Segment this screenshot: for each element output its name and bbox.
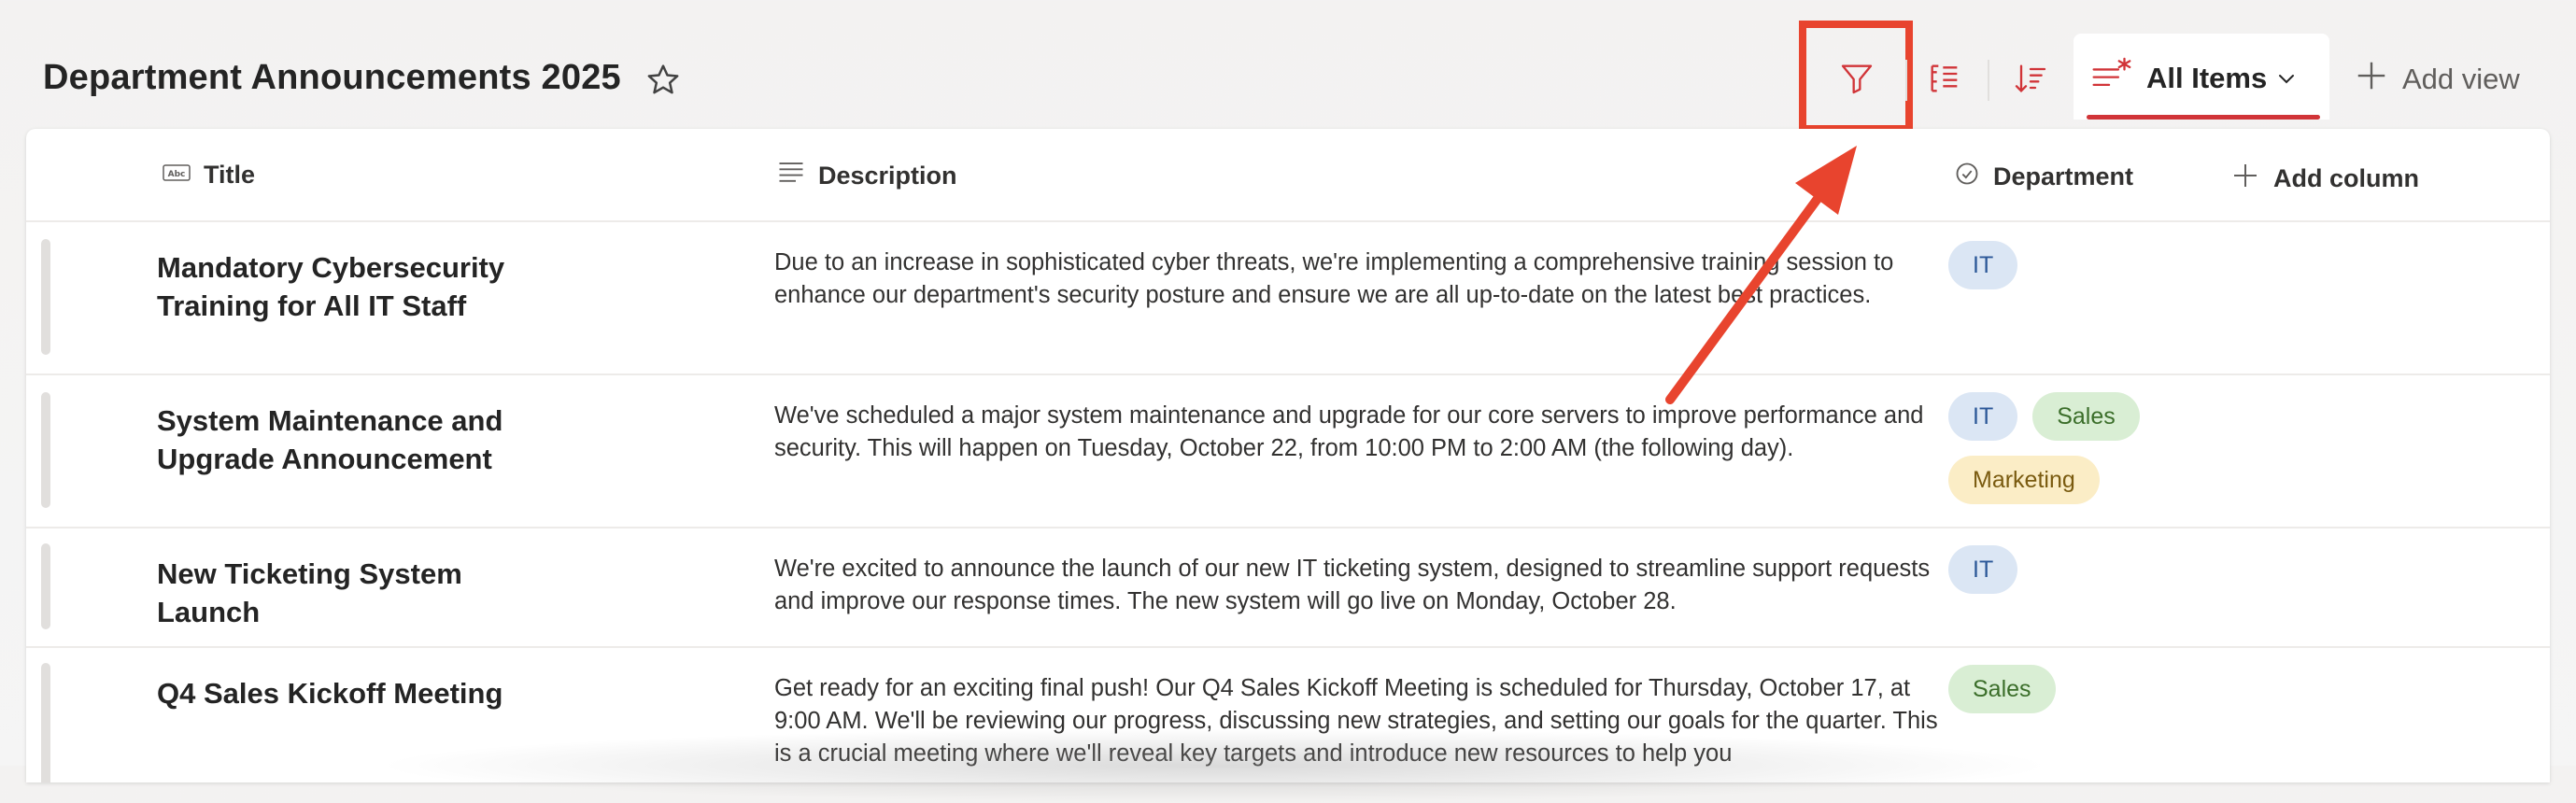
group-by-icon	[1926, 60, 1963, 102]
column-header-description[interactable]: Description	[777, 161, 957, 191]
department-tag: Sales	[2032, 392, 2140, 441]
column-label: Department	[1993, 162, 2134, 190]
row-description: We've scheduled a major system maintenan…	[774, 402, 1924, 461]
department-tag: IT	[1948, 545, 2018, 594]
row-description: Due to an increase in sophisticated cybe…	[774, 249, 1894, 308]
list-row[interactable]: Mandatory Cybersecurity Training for All…	[26, 220, 2550, 375]
sort-button[interactable]	[2003, 54, 2059, 106]
text-field-icon: Abc	[163, 161, 191, 190]
column-header-title[interactable]: Abc Title	[163, 161, 255, 190]
svg-text:Abc: Abc	[168, 170, 186, 179]
list-view: Abc Title Description Department Add col…	[26, 129, 2550, 782]
list-row[interactable]: New Ticketing System Launch We're excite…	[26, 527, 2550, 648]
add-view-label: Add view	[2402, 63, 2520, 95]
view-tab-label: All Items	[2146, 62, 2268, 94]
star-icon[interactable]	[644, 62, 682, 99]
row-title[interactable]: Q4 Sales Kickoff Meeting	[157, 674, 568, 712]
department-tag: IT	[1948, 241, 2018, 289]
bottom-shadow	[374, 728, 2055, 803]
column-header-row: Abc Title Description Department Add col…	[26, 129, 2550, 222]
row-select-handle[interactable]	[41, 239, 50, 355]
department-tag: Marketing	[1948, 456, 2100, 504]
row-select-handle[interactable]	[41, 543, 50, 629]
sort-icon	[2012, 60, 2049, 102]
list-row[interactable]: System Maintenance and Upgrade Announcem…	[26, 373, 2550, 528]
group-by-button[interactable]	[1917, 54, 1973, 106]
add-view-button[interactable]: Add view	[2354, 58, 2520, 101]
tab-active-indicator	[2087, 115, 2320, 120]
multiline-text-icon	[777, 161, 805, 191]
toolbar-divider	[1988, 60, 1989, 101]
choice-check-icon	[1954, 161, 1980, 193]
row-description: We're excited to announce the launch of …	[774, 556, 1931, 614]
row-title[interactable]: System Maintenance and Upgrade Announcem…	[157, 402, 568, 478]
view-list-icon	[2090, 54, 2137, 102]
plus-icon	[2354, 58, 2389, 101]
tab-all-items[interactable]: All Items	[2074, 34, 2329, 120]
toolbar-divider	[1905, 60, 1907, 101]
chevron-down-icon[interactable]	[2275, 67, 2298, 94]
row-title[interactable]: New Ticketing System Launch	[157, 555, 568, 631]
row-select-handle[interactable]	[41, 392, 50, 508]
page-title: Department Announcements 2025	[43, 58, 621, 97]
plus-icon	[2230, 161, 2260, 197]
department-tags: IT Sales Marketing	[1948, 392, 2191, 504]
department-tag: Sales	[1948, 665, 2056, 713]
add-column-button[interactable]: Add column	[2230, 161, 2419, 197]
annotation-highlight-box	[1799, 21, 1913, 133]
department-tags: Sales	[1948, 665, 2191, 713]
department-tag: IT	[1948, 392, 2018, 441]
row-title[interactable]: Mandatory Cybersecurity Training for All…	[157, 248, 568, 325]
column-label: Title	[204, 161, 256, 189]
department-tags: IT	[1948, 545, 2191, 594]
department-tags: IT	[1948, 241, 2191, 289]
column-header-department[interactable]: Department	[1954, 161, 2133, 193]
add-column-label: Add column	[2273, 164, 2419, 192]
column-label: Description	[818, 162, 957, 190]
list-header: Department Announcements 2025 All Items	[0, 0, 2576, 133]
row-select-handle[interactable]	[41, 663, 50, 782]
